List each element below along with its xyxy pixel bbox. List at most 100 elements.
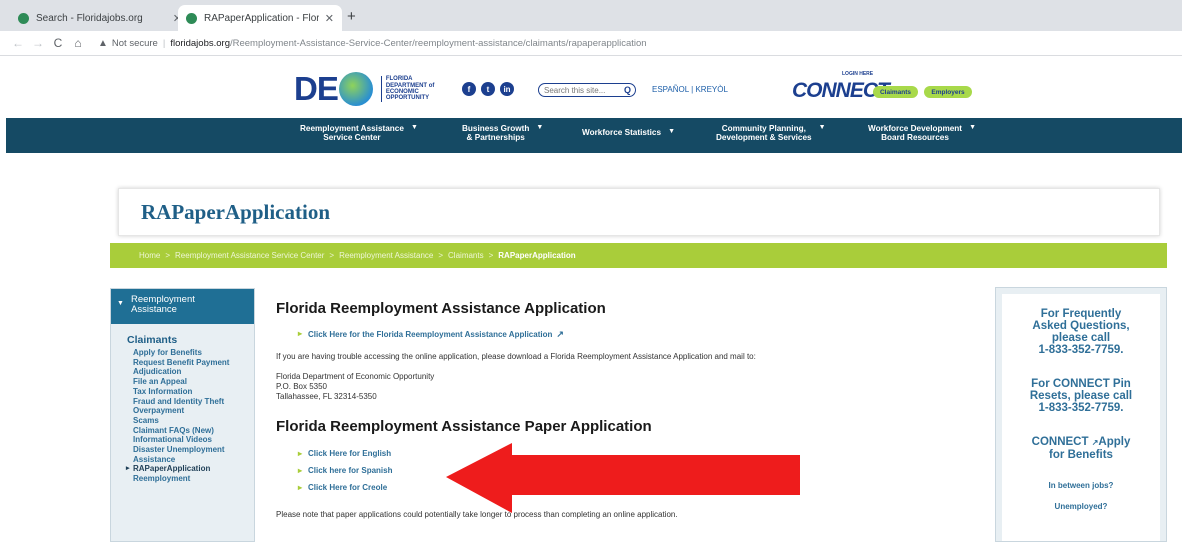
kreyol-link[interactable]: KREYÒL: [695, 85, 727, 94]
sidebar-header[interactable]: ▼ Reemployment Assistance: [111, 289, 254, 324]
social-links: f t in: [462, 82, 514, 96]
sidebar-item-informational-videos[interactable]: Informational Videos: [111, 435, 254, 445]
sidebar-item-overpayment[interactable]: Overpayment: [111, 406, 254, 416]
employers-button[interactable]: Employers: [924, 86, 972, 98]
faq-line: Asked Questions,: [1032, 320, 1130, 332]
sidebar-item-reemployment[interactable]: Reemployment: [111, 474, 254, 484]
pin-line: 1-833-352-7759.: [1038, 402, 1124, 414]
nav-label: Development & Services: [716, 133, 812, 142]
breadcrumb-separator: >: [165, 251, 171, 260]
nav-label: Reemployment Assistance: [300, 124, 404, 133]
chevron-down-icon: ▼: [818, 124, 826, 131]
connect-apply-link[interactable]: CONNECT ↗Apply for Benefits: [1002, 436, 1160, 461]
globe-icon: [338, 72, 373, 106]
faq-line: 1-833-352-7759.: [1038, 344, 1124, 356]
logo-text: FLORIDA DEPARTMENT of ECONOMIC OPPORTUNI…: [380, 76, 439, 102]
sidebar-item-fraud[interactable]: Fraud and Identity Theft: [111, 397, 254, 407]
title-panel: RAPaperApplication: [118, 188, 1160, 236]
sidebar-item-scams[interactable]: Scams: [111, 416, 254, 426]
pin-line: For CONNECT Pin: [1031, 378, 1131, 390]
in-between-jobs-link[interactable]: In between jobs?: [1002, 481, 1160, 490]
sidebar-item-label: RAPaperApplication: [133, 464, 211, 474]
sidebar-item-claimant-faqs[interactable]: Claimant FAQs (New): [111, 426, 254, 436]
sidebar-section-claimants[interactable]: Claimants: [111, 324, 254, 348]
right-info-box: For Frequently Asked Questions, please c…: [995, 287, 1167, 542]
search-icon[interactable]: Q: [624, 85, 631, 95]
espanol-link[interactable]: ESPAÑOL: [652, 85, 689, 94]
site-search-input[interactable]: Search this site... Q: [538, 83, 636, 97]
sidebar-item-adjudication[interactable]: Adjudication: [111, 367, 254, 377]
back-arrow-icon[interactable]: ←: [8, 36, 28, 50]
chevron-down-icon: ▼: [410, 124, 418, 131]
external-link-icon: ↗: [556, 329, 564, 339]
sidebar-item-request-benefit-payment[interactable]: Request Benefit Payment: [111, 358, 254, 368]
url-host: floridajobs.org: [170, 37, 230, 49]
sidebar-item-rapaperapplication[interactable]: ▸ RAPaperApplication: [111, 464, 254, 474]
reload-icon[interactable]: C: [48, 36, 68, 50]
language-links: ESPAÑOL | KREYÒL: [652, 85, 728, 94]
sidebar-item-disaster-unemployment-cont[interactable]: Assistance: [111, 455, 254, 465]
sidebar-item-disaster-unemployment[interactable]: Disaster Unemployment: [111, 445, 254, 455]
logo-letters: DE: [294, 70, 339, 107]
language-separator: |: [691, 85, 694, 94]
new-tab-button[interactable]: +: [347, 8, 356, 25]
breadcrumb-current: RAPaperApplication: [498, 251, 576, 260]
site-header: DE FLORIDA DEPARTMENT of ECONOMIC OPPORT…: [0, 56, 1182, 118]
link-label: Click Here for the Florida Reemployment …: [308, 330, 553, 339]
url-path: /Reemployment-Assistance-Service-Center/…: [229, 37, 647, 49]
unemployed-link[interactable]: Unemployed?: [1002, 502, 1160, 511]
triangle-down-icon: ▼: [117, 300, 124, 307]
tab-title: RAPaperApplication - Floridajob: [204, 12, 319, 24]
sidebar-header-label: Assistance: [131, 304, 177, 315]
breadcrumb-home[interactable]: Home: [139, 251, 160, 260]
tab-title: Search - Floridajobs.org: [36, 12, 143, 24]
chevron-down-icon: ▼: [969, 124, 977, 131]
sidebar-item-apply-for-benefits[interactable]: Apply for Benefits: [111, 348, 254, 358]
forward-arrow-icon[interactable]: →: [28, 36, 48, 50]
nav-reemployment-assistance[interactable]: Reemployment Assistance Service Center ▼: [300, 124, 418, 142]
url-field[interactable]: ▲ Not secure | floridajobs.org /Reemploy…: [98, 33, 647, 53]
nav-label: Business Growth: [462, 124, 530, 133]
nav-workforce-statistics[interactable]: Workforce Statistics ▼: [582, 128, 675, 137]
nav-label: Workforce Statistics: [582, 128, 662, 137]
breadcrumb-service-center[interactable]: Reemployment Assistance Service Center: [175, 251, 324, 260]
sidebar-item-tax-information[interactable]: Tax Information: [111, 387, 254, 397]
breadcrumb-separator: >: [488, 251, 494, 260]
connect-apply-label: CONNECT: [1031, 436, 1092, 448]
twitter-icon[interactable]: t: [481, 82, 495, 96]
mailing-address: Florida Department of Economic Opportuni…: [276, 372, 976, 402]
pin-reset-info: For CONNECT Pin Resets, please call 1-83…: [1002, 378, 1160, 414]
nav-community-planning[interactable]: Community Planning, Development & Servic…: [716, 124, 826, 142]
site-favicon-icon: [18, 12, 29, 24]
breadcrumb-reemployment-assistance[interactable]: Reemployment Assistance: [339, 251, 433, 260]
heading-paper-application: Florida Reemployment Assistance Paper Ap…: [276, 418, 652, 435]
address-line: P.O. Box 5350: [276, 382, 327, 391]
warning-icon[interactable]: ▲: [98, 38, 108, 49]
right-info-inner: For Frequently Asked Questions, please c…: [1002, 294, 1160, 541]
url-separator: |: [162, 37, 166, 49]
online-application-link[interactable]: Click Here for the Florida Reemployment …: [298, 329, 976, 340]
nav-label: Community Planning,: [721, 124, 806, 133]
heading-online-application: Florida Reemployment Assistance Applicat…: [276, 300, 606, 317]
faq-info: For Frequently Asked Questions, please c…: [1002, 308, 1160, 356]
connect-apply-label: Apply: [1098, 436, 1131, 448]
nav-label: & Partnerships: [466, 133, 525, 142]
address-line: Tallahassee, FL 32314-5350: [276, 392, 377, 401]
nav-workforce-development[interactable]: Workforce Development Board Resources ▼: [868, 124, 976, 142]
home-icon[interactable]: ⌂: [68, 36, 88, 50]
browser-tab-rapaper[interactable]: RAPaperApplication - Floridajob ✕: [178, 5, 342, 31]
claimants-button[interactable]: Claimants: [873, 86, 918, 98]
red-arrow-icon: [446, 443, 800, 513]
linkedin-icon[interactable]: in: [500, 82, 514, 96]
close-tab-icon[interactable]: ✕: [325, 12, 334, 25]
login-here-label: LOGIN HERE: [842, 71, 874, 77]
browser-tab-search[interactable]: Search - Floridajobs.org ✕: [10, 5, 190, 31]
nav-business-growth[interactable]: Business Growth & Partnerships ▼: [462, 124, 543, 142]
sidebar-item-file-an-appeal[interactable]: File an Appeal: [111, 377, 254, 387]
connect-apply-label: for Benefits: [1049, 449, 1113, 461]
main-navigation: Reemployment Assistance Service Center ▼…: [6, 118, 1182, 153]
facebook-icon[interactable]: f: [462, 82, 476, 96]
breadcrumb-claimants[interactable]: Claimants: [448, 251, 484, 260]
chevron-down-icon: ▼: [668, 128, 676, 135]
deo-logo[interactable]: DE FLORIDA DEPARTMENT of ECONOMIC OPPORT…: [294, 70, 439, 108]
